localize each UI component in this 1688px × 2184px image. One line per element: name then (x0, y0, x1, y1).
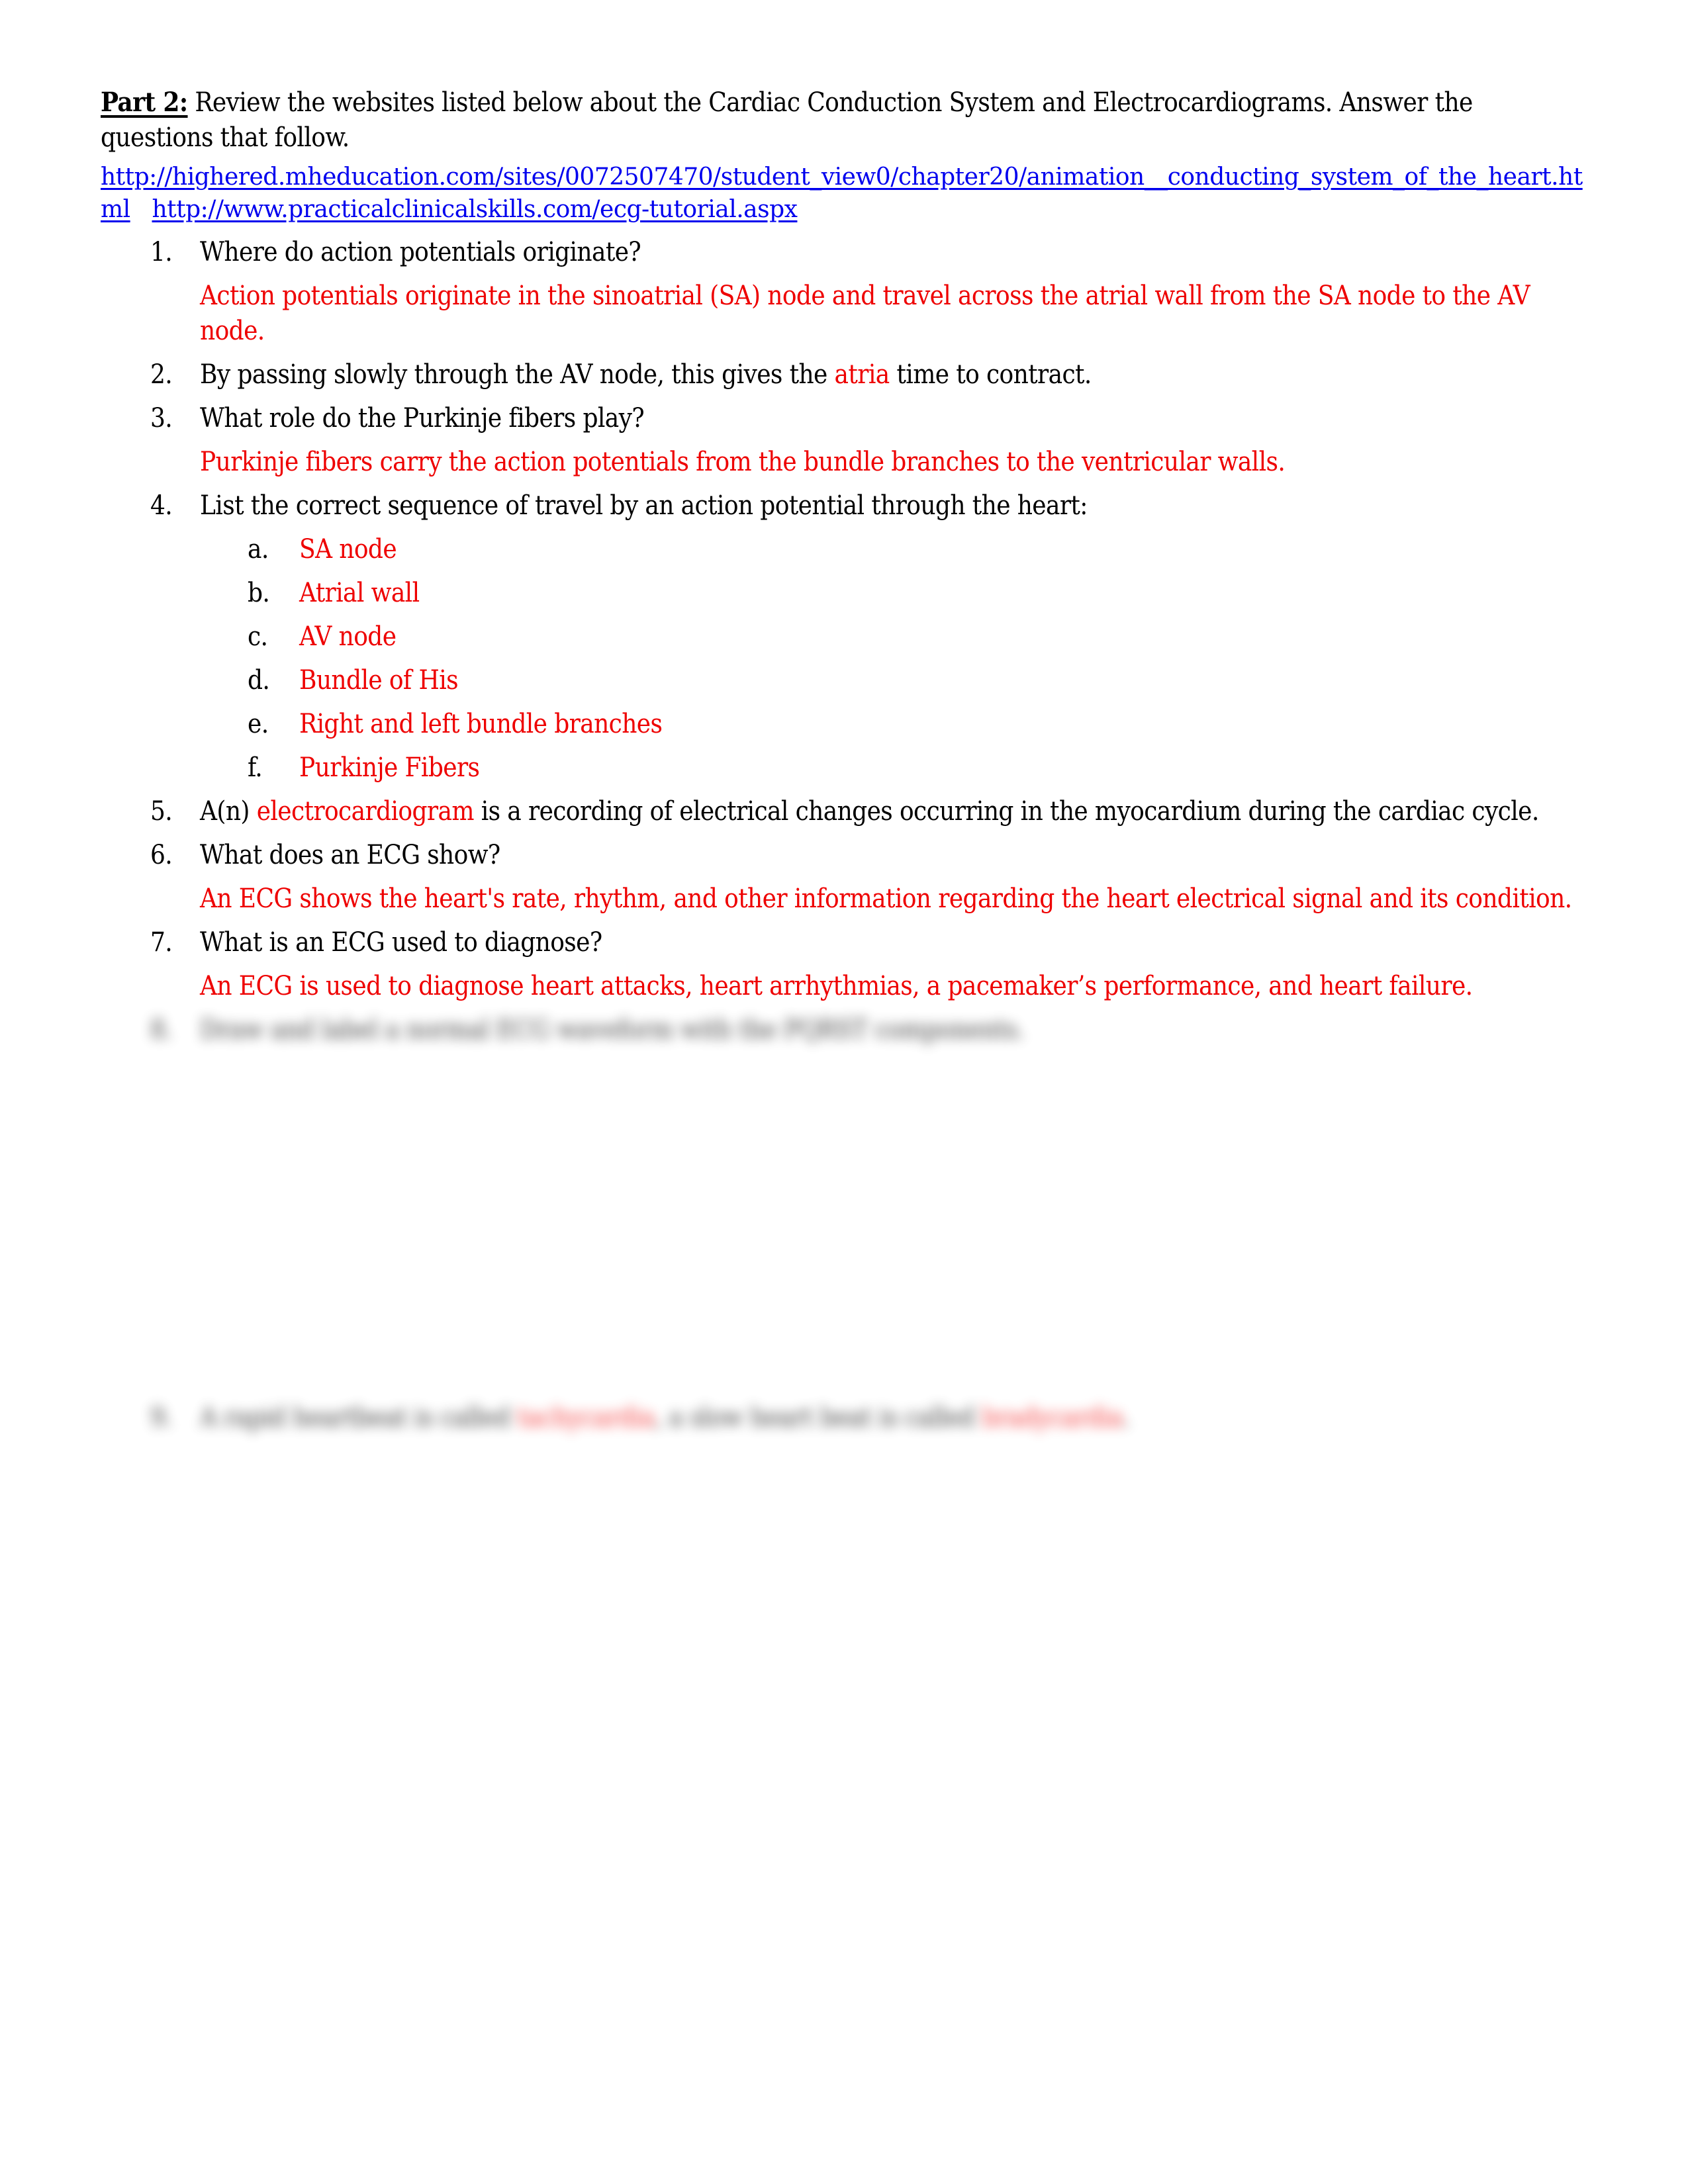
question-item: 2. By passing slowly through the AV node… (101, 357, 1583, 392)
intro-paragraph: Part 2: Review the websites listed below… (101, 85, 1583, 156)
sequence-letter: d. (248, 665, 270, 696)
question-item: 6. What does an ECG show? An ECG shows t… (101, 838, 1583, 917)
sequence-letter: e. (248, 709, 269, 739)
question-prompt: 2. By passing slowly through the AV node… (101, 357, 1583, 392)
question-text: What does an ECG show? (200, 840, 500, 870)
question-number: 5. (150, 796, 173, 827)
document-page: Part 2: Review the websites listed below… (101, 85, 1583, 1444)
question-item: 1. Where do action potentials originate?… (101, 235, 1583, 349)
sequence-value: Bundle of His (299, 665, 459, 696)
question-text-before: A(n) (200, 796, 257, 827)
question-number: 2. (150, 359, 173, 390)
question-text-before: A rapid heartbeat is called (200, 1402, 518, 1433)
sequence-item: b. Atrial wall (101, 576, 1583, 611)
question-item-blurred: 9. A rapid heartbeat is called tachycard… (101, 1400, 1583, 1435)
question-number: 7. (150, 927, 173, 958)
sequence-item: a. SA node (101, 532, 1583, 567)
question-item: 4. List the correct sequence of travel b… (101, 488, 1583, 786)
sequence-value: AV node (299, 621, 397, 652)
answer-text: Action potentials originate in the sinoa… (200, 281, 1530, 346)
question-number: 9. (150, 1402, 173, 1433)
question-number: 6. (150, 840, 173, 870)
question-item: 7. What is an ECG used to diagnose? An E… (101, 925, 1583, 1004)
question-prompt: 3. What role do the Purkinje fibers play… (101, 401, 1583, 436)
question-text: What is an ECG used to diagnose? (200, 927, 602, 958)
fill-in-answer: electrocardiogram (256, 796, 475, 827)
question-prompt: 4. List the correct sequence of travel b… (101, 488, 1583, 523)
question-prompt: 8. Draw and label a normal ECG waveform … (101, 1013, 1583, 1048)
answer-text: An ECG shows the heart's rate, rhythm, a… (200, 884, 1572, 914)
question-text-after: time to contract. (889, 359, 1092, 390)
sequence-letter: f. (248, 752, 263, 783)
sequence-letter: b. (248, 578, 270, 608)
sequence-value: Atrial wall (299, 578, 420, 608)
question-text-after: . (1123, 1402, 1131, 1433)
sequence-value: Purkinje Fibers (299, 752, 480, 783)
sequence-letter: a. (248, 534, 269, 565)
sequence-item: d. Bundle of His (101, 663, 1583, 698)
question-number: 8. (150, 1015, 173, 1045)
question-list: 1. Where do action potentials originate?… (101, 235, 1583, 1435)
question-item-blurred: 8. Draw and label a normal ECG waveform … (101, 1013, 1583, 1048)
question-number: 4. (150, 490, 173, 521)
sequence-item: e. Right and left bundle branches (101, 707, 1583, 742)
reference-links: http://highered.mheducation.com/sites/00… (101, 161, 1583, 226)
question-prompt: 9. A rapid heartbeat is called tachycard… (101, 1400, 1583, 1435)
question-prompt: 7. What is an ECG used to diagnose? (101, 925, 1583, 960)
drawing-space (101, 1056, 1583, 1400)
part-label: Part 2: (101, 87, 188, 118)
question-text: What role do the Purkinje fibers play? (200, 403, 645, 433)
question-number: 3. (150, 403, 173, 433)
link-practicalclinicalskills[interactable]: http://www.practicalclinicalskills.com/e… (152, 196, 798, 223)
question-item: 5. A(n) electrocardiogram is a recording… (101, 794, 1583, 829)
sequence-item: c. AV node (101, 619, 1583, 655)
question-item: 3. What role do the Purkinje fibers play… (101, 401, 1583, 480)
question-prompt: 1. Where do action potentials originate? (101, 235, 1583, 270)
fill-in-answer: atria (834, 359, 890, 390)
question-text-before: By passing slowly through the AV node, t… (200, 359, 835, 390)
question-text: List the correct sequence of travel by a… (200, 490, 1088, 521)
question-text-after: is a recording of electrical changes occ… (473, 796, 1540, 827)
question-prompt: 6. What does an ECG show? (101, 838, 1583, 873)
question-text-middle: , a slow heart beat is called (654, 1402, 982, 1433)
answer-text: Purkinje fibers carry the action potenti… (200, 447, 1286, 477)
question-text: Where do action potentials originate? (200, 237, 641, 267)
answer-text: An ECG is used to diagnose heart attacks… (200, 971, 1473, 1001)
intro-text: Review the websites listed below about t… (101, 87, 1473, 153)
question-text: Draw and label a normal ECG waveform wit… (200, 1015, 1025, 1045)
sequence-value: SA node (299, 534, 397, 565)
fill-in-answer-2: bradycardia (981, 1402, 1123, 1433)
question-number: 1. (150, 237, 173, 267)
sequence-letter: c. (248, 621, 268, 652)
question-prompt: 5. A(n) electrocardiogram is a recording… (101, 794, 1583, 829)
sequence-value: Right and left bundle branches (299, 709, 663, 739)
fill-in-answer: tachycardia (517, 1402, 655, 1433)
sequence-item: f. Purkinje Fibers (101, 751, 1583, 786)
